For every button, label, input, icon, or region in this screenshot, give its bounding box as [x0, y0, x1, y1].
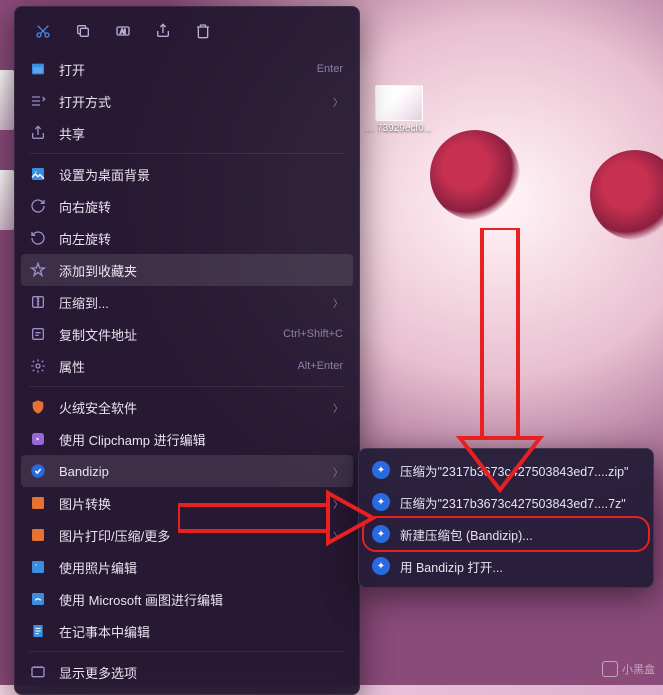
clipchamp-icon [29, 430, 47, 448]
bandizip-icon: ✦ [372, 461, 390, 479]
chevron-right-icon: 〉 [333, 295, 343, 310]
menu-item-label: 显示更多选项 [59, 663, 343, 682]
share-button[interactable] [145, 15, 181, 47]
convert-icon: W [29, 494, 47, 512]
svg-text:W: W [35, 533, 42, 540]
watermark: 小黑盒 [602, 661, 655, 677]
submenu-item-2[interactable]: ✦ 新建压缩包 (Bandizip)... [364, 518, 648, 550]
chevron-right-icon: 〉 [333, 528, 343, 543]
chevron-right-icon: 〉 [333, 496, 343, 511]
svg-text:W: W [35, 501, 42, 508]
menu-item-paint[interactable]: 使用 Microsoft 画图进行编辑 [21, 583, 353, 615]
shield-icon [29, 398, 47, 416]
file-thumbnail [375, 85, 423, 121]
menu-item-hint: Alt+Enter [297, 360, 343, 372]
menu-item-label: 使用 Clipchamp 进行编辑 [59, 430, 343, 449]
menu-item-rotate-left[interactable]: 向左旋转 [21, 222, 353, 254]
menu-item-label: 使用 Microsoft 画图进行编辑 [59, 590, 343, 609]
menu-item-label: 打开方式 [59, 92, 321, 111]
menu-item-share[interactable]: 共享 [21, 117, 353, 149]
menu-item-label: 图片转换 [59, 494, 321, 513]
rename-button[interactable]: AI [105, 15, 141, 47]
cut-button[interactable] [25, 15, 61, 47]
chevron-right-icon: 〉 [333, 464, 343, 479]
menu-item-label: 设置为桌面背景 [59, 165, 343, 184]
paint-icon [29, 590, 47, 608]
menu-item-label: 添加到收藏夹 [59, 261, 343, 280]
menu-item-shield[interactable]: 火绒安全软件 〉 [21, 391, 353, 423]
submenu-item-label: 用 Bandizip 打开... [400, 557, 638, 576]
menu-item-label: 在记事本中编辑 [59, 622, 343, 641]
menu-item-label: 共享 [59, 124, 343, 143]
menu-item-open-with[interactable]: 打开方式 〉 [21, 85, 353, 117]
menu-item-bandizip[interactable]: Bandizip 〉 [21, 455, 353, 487]
menu-item-label: 使用照片编辑 [59, 558, 343, 577]
menu-item-hint: Enter [317, 63, 343, 75]
menu-item-label: 压缩到... [59, 293, 321, 312]
menu-item-label: 属性 [59, 357, 285, 376]
menu-item-convert[interactable]: W 图片转换 〉 [21, 487, 353, 519]
submenu-item-label: 压缩为"2317b3673c427503843ed7....7z" [400, 493, 638, 512]
menu-item-label: 向右旋转 [59, 197, 343, 216]
bandizip-icon: ✦ [372, 525, 390, 543]
rotate-left-icon [29, 229, 47, 247]
bandizip-submenu: ✦ 压缩为"2317b3673c427503843ed7....zip"✦ 压缩… [358, 448, 654, 588]
submenu-item-label: 新建压缩包 (Bandizip)... [400, 525, 638, 544]
open-icon [29, 60, 47, 78]
menu-item-label: 火绒安全软件 [59, 398, 321, 417]
menu-item-properties[interactable]: 属性 Alt+Enter [21, 350, 353, 382]
print-icon: W [29, 526, 47, 544]
copy-path-icon [29, 325, 47, 343]
star-icon [29, 261, 47, 279]
bandizip-icon: ✦ [372, 493, 390, 511]
menu-item-clipchamp[interactable]: 使用 Clipchamp 进行编辑 [21, 423, 353, 455]
separator [29, 651, 345, 652]
menu-item-star[interactable]: 添加到收藏夹 [21, 254, 353, 286]
menu-item-photos[interactable]: 使用照片编辑 [21, 551, 353, 583]
compress-icon [29, 293, 47, 311]
more-icon [29, 663, 47, 681]
open-with-icon [29, 92, 47, 110]
svg-text:AI: AI [120, 30, 126, 36]
bandizip-icon [29, 462, 47, 480]
menu-item-label: 向左旋转 [59, 229, 343, 248]
share-icon [29, 124, 47, 142]
chevron-right-icon: 〉 [333, 400, 343, 415]
desktop-file-icon[interactable]: ... 73929ecf0... [365, 85, 433, 134]
menu-item-wallpaper[interactable]: 设置为桌面背景 [21, 158, 353, 190]
delete-button[interactable] [185, 15, 221, 47]
notepad-icon [29, 622, 47, 640]
bandizip-icon: ✦ [372, 557, 390, 575]
menu-item-hint: Ctrl+Shift+C [283, 328, 343, 340]
rotate-right-icon [29, 197, 47, 215]
copy-button[interactable] [65, 15, 101, 47]
menu-item-print[interactable]: W 图片打印/压缩/更多 〉 [21, 519, 353, 551]
menu-item-open[interactable]: 打开 Enter [21, 53, 353, 85]
properties-icon [29, 357, 47, 375]
wallpaper-icon [29, 165, 47, 183]
menu-item-label: 图片打印/压缩/更多 [59, 526, 321, 545]
separator [29, 153, 345, 154]
submenu-item-label: 压缩为"2317b3673c427503843ed7....zip" [400, 461, 638, 480]
desktop-left-thumbs [0, 70, 14, 270]
separator [29, 386, 345, 387]
chevron-right-icon: 〉 [333, 94, 343, 109]
menu-item-compress[interactable]: 压缩到... 〉 [21, 286, 353, 318]
menu-item-notepad[interactable]: 在记事本中编辑 [21, 615, 353, 647]
file-label: ... 73929ecf0... [365, 123, 433, 134]
watermark-icon [602, 661, 618, 677]
menu-item-copy-path[interactable]: 复制文件地址 Ctrl+Shift+C [21, 318, 353, 350]
submenu-item-3[interactable]: ✦ 用 Bandizip 打开... [364, 550, 648, 582]
photos-icon [29, 558, 47, 576]
context-toolbar: AI [21, 13, 353, 53]
menu-item-more[interactable]: 显示更多选项 [21, 656, 353, 688]
watermark-text: 小黑盒 [622, 661, 655, 677]
menu-item-label: Bandizip [59, 464, 321, 479]
submenu-item-1[interactable]: ✦ 压缩为"2317b3673c427503843ed7....7z" [364, 486, 648, 518]
menu-item-label: 复制文件地址 [59, 325, 271, 344]
context-menu: AI 打开 Enter 打开方式 〉 共享 设置为桌面背景 向右旋转 向左旋转 … [14, 6, 360, 695]
submenu-item-0[interactable]: ✦ 压缩为"2317b3673c427503843ed7....zip" [364, 454, 648, 486]
menu-item-label: 打开 [59, 60, 305, 79]
menu-item-rotate-right[interactable]: 向右旋转 [21, 190, 353, 222]
